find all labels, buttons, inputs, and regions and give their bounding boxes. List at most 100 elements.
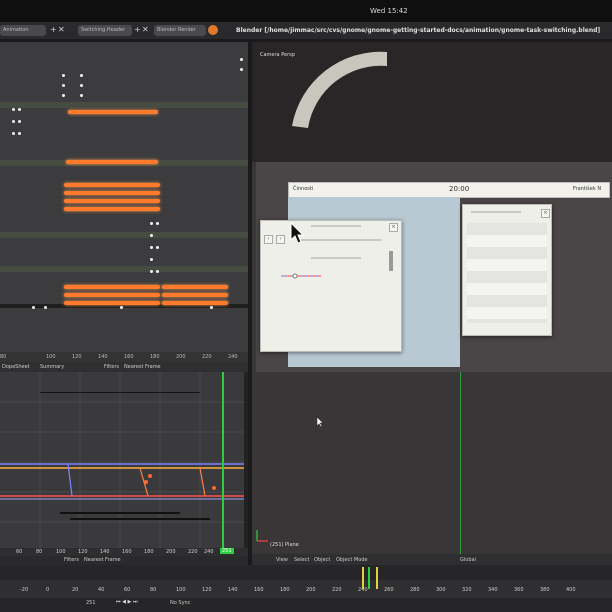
- active-object-label: (251) Plane: [270, 542, 299, 548]
- keyframe[interactable]: [150, 270, 153, 273]
- viewport-header: View Select Object Object Mode Global: [252, 554, 612, 565]
- keyframe-hold-bar[interactable]: [64, 191, 160, 195]
- keyframe-marker[interactable]: [362, 567, 364, 589]
- graph-editor[interactable]: [0, 372, 248, 548]
- scrollbar-thumb[interactable]: [389, 251, 393, 271]
- current-frame-field[interactable]: 251: [86, 600, 96, 606]
- keyframe[interactable]: [32, 306, 35, 309]
- keyframe-hold-bar[interactable]: [64, 301, 160, 305]
- current-frame-label[interactable]: 251: [220, 548, 234, 554]
- ruler-tick: 140: [100, 549, 110, 555]
- object-menu[interactable]: Object: [314, 557, 330, 563]
- keyframe[interactable]: [120, 306, 123, 309]
- small-pointer-icon: [316, 416, 324, 428]
- keyframe[interactable]: [240, 58, 243, 61]
- keyframe[interactable]: [150, 258, 153, 261]
- keyframe-hold-bar[interactable]: [66, 160, 158, 164]
- view-menu[interactable]: View: [276, 557, 288, 563]
- forward-icon[interactable]: ›: [276, 235, 285, 244]
- summary-toggle[interactable]: Summary: [40, 364, 64, 370]
- keyframe-hold-bar[interactable]: [64, 285, 160, 289]
- select-menu[interactable]: Select: [294, 557, 309, 563]
- keyframe[interactable]: [156, 270, 159, 273]
- screen-layout-menu[interactable]: Animation: [0, 25, 46, 36]
- foreground-app-window[interactable]: ‹ › ×: [260, 220, 402, 352]
- gnome-clock[interactable]: 20:00: [449, 185, 469, 193]
- timeline-tick: 240: [358, 587, 368, 593]
- timeline-tick: 80: [150, 587, 157, 593]
- background-app-window[interactable]: ×: [462, 204, 552, 336]
- keyframe[interactable]: [210, 306, 213, 309]
- filters-toggle[interactable]: Filters: [64, 557, 79, 563]
- keyframe[interactable]: [150, 234, 153, 237]
- snap-menu[interactable]: Nearest Frame: [84, 557, 121, 563]
- keyframe[interactable]: [12, 132, 15, 135]
- add-scene-icon[interactable]: +: [134, 25, 141, 34]
- view-axes-icon: [256, 530, 268, 542]
- ruler-tick: 160: [122, 549, 132, 555]
- 3d-viewport[interactable]: Camera Persp Činnosti 20:00 František N …: [252, 42, 612, 554]
- ruler-tick: 160: [124, 354, 134, 360]
- keyframe[interactable]: [150, 246, 153, 249]
- timeline-tick: 400: [566, 587, 576, 593]
- close-icon[interactable]: ×: [389, 223, 398, 232]
- keyframe-hold-bar[interactable]: [162, 285, 228, 289]
- ruler-tick: 100: [46, 354, 56, 360]
- keyframe[interactable]: [62, 84, 65, 87]
- ruler-tick: 240: [228, 354, 238, 360]
- graph-curves[interactable]: [0, 372, 248, 548]
- keyframe-hold-bar[interactable]: [162, 301, 228, 305]
- keyframe[interactable]: [18, 132, 21, 135]
- keyframe[interactable]: [18, 120, 21, 123]
- activities-label[interactable]: Činnosti: [293, 186, 313, 192]
- window-title: Blender [/home/jimmac/src/cvs/gnome/gnom…: [236, 27, 601, 34]
- keyframe-hold-bar[interactable]: [64, 207, 160, 211]
- snap-menu[interactable]: Nearest Frame: [124, 364, 161, 370]
- scene-menu[interactable]: Switching.Header: [78, 25, 132, 36]
- object-origin-axes: [281, 273, 321, 279]
- timeline-tick: 120: [202, 587, 212, 593]
- mode-menu[interactable]: Object Mode: [336, 557, 368, 563]
- orientation-menu[interactable]: Global: [460, 557, 476, 563]
- graph-scrollbar[interactable]: [244, 372, 248, 548]
- close-screen-icon[interactable]: ✕: [58, 25, 65, 34]
- keyframe[interactable]: [80, 94, 83, 97]
- ruler-tick: 220: [188, 549, 198, 555]
- keyframe[interactable]: [80, 74, 83, 77]
- clock[interactable]: Wed 15:42: [370, 7, 408, 15]
- current-frame-indicator[interactable]: [368, 567, 370, 589]
- close-icon[interactable]: ×: [541, 209, 550, 218]
- keyframe[interactable]: [156, 222, 159, 225]
- keyframe-hold-bar[interactable]: [162, 293, 228, 297]
- dopesheet-editor[interactable]: [0, 42, 248, 355]
- timeline-editor[interactable]: -20 0 20 40 60 80 100 120 140 160 180 20…: [0, 565, 612, 612]
- close-scene-icon[interactable]: ✕: [142, 25, 149, 34]
- playback-controls[interactable]: ⏮ ◀ ▶ ⏭: [116, 599, 137, 605]
- keyframe[interactable]: [62, 94, 65, 97]
- keyframe-hold-bar[interactable]: [64, 199, 160, 203]
- keyframe[interactable]: [12, 108, 15, 111]
- render-engine-menu[interactable]: Blender Render: [154, 25, 206, 36]
- graph-header: Filters Nearest Frame: [0, 556, 248, 565]
- mode-menu[interactable]: DopeSheet: [2, 364, 30, 370]
- keyframe[interactable]: [44, 306, 47, 309]
- keyframe[interactable]: [150, 222, 153, 225]
- keyframe-hold-bar[interactable]: [68, 110, 158, 114]
- keyframe[interactable]: [80, 84, 83, 87]
- keyframe-hold-bar[interactable]: [64, 183, 160, 187]
- keyframe-marker[interactable]: [376, 567, 378, 589]
- keyframe[interactable]: [18, 108, 21, 111]
- current-frame-indicator[interactable]: [222, 372, 224, 548]
- add-screen-icon[interactable]: +: [50, 25, 57, 34]
- user-menu[interactable]: František N: [573, 186, 601, 192]
- keyframe[interactable]: [240, 68, 243, 71]
- timeline-tick: 300: [436, 587, 446, 593]
- keyframe[interactable]: [12, 120, 15, 123]
- sync-menu[interactable]: No Sync: [170, 600, 190, 606]
- filters-toggle[interactable]: Filters: [104, 364, 119, 370]
- keyframe[interactable]: [62, 74, 65, 77]
- timeline-tick: 360: [514, 587, 524, 593]
- keyframe[interactable]: [156, 246, 159, 249]
- keyframe-hold-bar[interactable]: [64, 293, 160, 297]
- back-icon[interactable]: ‹: [264, 235, 273, 244]
